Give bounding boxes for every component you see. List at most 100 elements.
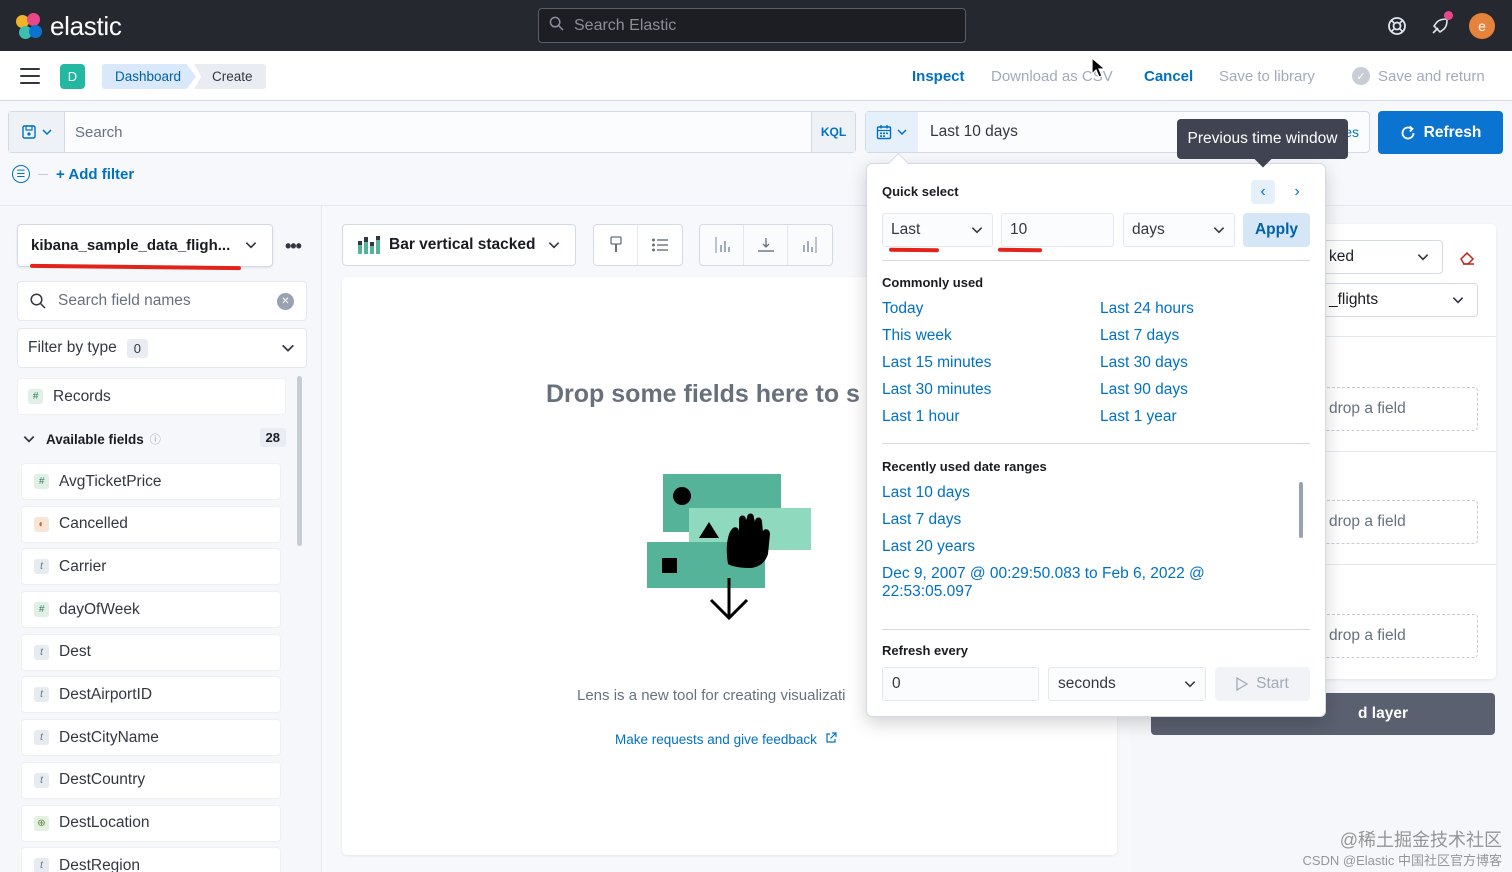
left-axis-icon[interactable] — [700, 225, 744, 265]
global-search-input[interactable]: Search Elastic — [538, 8, 966, 43]
recent-range-link[interactable]: Last 20 years — [882, 538, 975, 556]
bottom-axis-icon[interactable] — [744, 225, 788, 265]
chart-type-selector[interactable]: Bar vertical stacked — [342, 224, 576, 266]
available-fields-header[interactable]: Available fields ⓘ 28 — [22, 428, 286, 447]
field-item[interactable]: t Dest — [21, 633, 281, 671]
common-range-link[interactable]: This week — [882, 327, 952, 345]
help-icon[interactable] — [1384, 13, 1410, 39]
field-item[interactable]: ⊕ DestLocation — [21, 804, 281, 842]
records-label: Records — [53, 387, 111, 405]
field-list-scrollbar[interactable] — [297, 376, 302, 546]
cancel-link[interactable]: Cancel — [1144, 68, 1193, 85]
clear-icon[interactable]: ✕ — [277, 293, 294, 310]
saved-query-button[interactable] — [9, 112, 65, 152]
quick-menu-button[interactable] — [866, 112, 918, 152]
save-and-return-button[interactable]: ✓ Save and return — [1352, 67, 1485, 85]
tense-select[interactable]: Last — [882, 213, 993, 247]
feedback-link-label: Make requests and give feedback — [615, 732, 817, 747]
breakdown-drop-zone[interactable]: drop a field — [1318, 614, 1478, 658]
recent-range-link[interactable]: Dec 9, 2007 @ 00:29:50.083 to Feb 6, 202… — [882, 565, 1205, 583]
unit-select[interactable]: days — [1123, 213, 1235, 247]
field-item[interactable]: t DestCityName — [21, 719, 281, 757]
amount-input[interactable]: 10 — [1001, 213, 1114, 247]
start-label: Start — [1256, 675, 1289, 692]
popover-divider — [882, 260, 1310, 261]
date-range-value[interactable]: Last 10 days — [918, 123, 1018, 141]
global-search-placeholder: Search Elastic — [574, 16, 677, 34]
field-item[interactable]: # dayOfWeek — [21, 591, 281, 629]
common-range-link[interactable]: Last 90 days — [1100, 381, 1188, 399]
drop-field-label: drop a field — [1329, 513, 1406, 530]
series-type-selector[interactable]: ked — [1318, 240, 1443, 274]
bar-chart-icon — [358, 236, 380, 254]
recent-range-link-cont[interactable]: 22:53:05.097 — [882, 583, 973, 601]
recent-list-scrollbar[interactable] — [1299, 482, 1303, 538]
recent-range-link[interactable]: Last 10 days — [882, 484, 970, 502]
field-item[interactable]: t Carrier — [21, 548, 281, 586]
commonly-used-title: Commonly used — [882, 275, 984, 290]
field-item[interactable]: t DestAirportID — [21, 676, 281, 714]
info-icon: ⓘ — [149, 434, 161, 446]
vertical-axis-drop-zone[interactable]: drop a field — [1318, 500, 1478, 544]
recently-used-title: Recently used date ranges — [882, 459, 1047, 474]
horizontal-axis-drop-zone[interactable]: drop a field — [1318, 387, 1478, 431]
common-range-link[interactable]: Today — [882, 300, 923, 318]
chevron-down-icon — [1417, 254, 1429, 261]
recent-range-link[interactable]: Last 7 days — [882, 511, 961, 529]
apply-button[interactable]: Apply — [1243, 213, 1310, 247]
common-range-link[interactable]: Last 30 minutes — [882, 381, 991, 399]
field-item[interactable]: t DestRegion — [21, 847, 281, 872]
right-axis-icon[interactable] — [788, 225, 832, 265]
field-name: dayOfWeek — [59, 600, 140, 618]
inspect-link[interactable]: Inspect — [912, 68, 965, 85]
previous-time-window-icon[interactable]: ‹ — [1251, 180, 1275, 204]
start-refresh-button[interactable]: Start — [1215, 667, 1310, 701]
common-range-link[interactable]: Last 7 days — [1100, 327, 1179, 345]
common-range-link[interactable]: Last 1 hour — [882, 408, 960, 426]
tense-value: Last — [891, 221, 921, 238]
common-range-link[interactable]: Last 1 year — [1100, 408, 1177, 426]
save-to-library-link[interactable]: Save to library — [1219, 68, 1315, 85]
more-options-icon[interactable]: ••• — [285, 236, 302, 257]
layer-index-label: _flights — [1329, 291, 1379, 308]
legend-icon[interactable] — [638, 225, 682, 265]
add-filter-button[interactable]: + Add filter — [56, 166, 134, 183]
refresh-label: Refresh — [1423, 123, 1482, 141]
field-item[interactable]: ◐ Cancelled — [21, 505, 281, 543]
index-pattern-selector[interactable]: kibana_sample_data_fligh... — [17, 224, 273, 267]
filter-options-icon[interactable]: ☰ — [12, 165, 30, 183]
chevron-down-icon — [971, 227, 983, 234]
watermark-line-1: @稀土掘金技术社区 — [1339, 830, 1502, 850]
previous-time-window-tooltip: Previous time window — [1177, 119, 1348, 159]
clear-layer-icon[interactable] — [1458, 250, 1476, 271]
field-name: DestCityName — [59, 728, 159, 746]
avatar[interactable]: e — [1469, 13, 1495, 39]
common-range-link[interactable]: Last 30 days — [1100, 354, 1188, 372]
space-avatar[interactable]: D — [60, 64, 85, 89]
field-search-input[interactable]: Search field names ✕ — [17, 281, 307, 321]
layer-index-selector[interactable]: _flights — [1318, 283, 1478, 317]
query-input[interactable]: Search — [65, 124, 811, 141]
field-item[interactable]: t DestCountry — [21, 761, 281, 799]
string-type-icon: t — [34, 559, 49, 575]
field-search-placeholder: Search field names — [58, 292, 191, 309]
feedback-link[interactable]: Make requests and give feedback — [615, 732, 837, 747]
breadcrumb-dashboard[interactable]: Dashboard — [102, 64, 196, 89]
menu-toggle-icon[interactable] — [20, 68, 40, 84]
elastic-logo[interactable]: elastic — [16, 11, 122, 42]
common-range-link[interactable]: Last 15 minutes — [882, 354, 991, 372]
geo-type-icon: ⊕ — [34, 815, 49, 831]
chevron-down-icon — [282, 344, 294, 352]
field-item[interactable]: # AvgTicketPrice — [21, 463, 281, 500]
kql-toggle-button[interactable]: KQL — [811, 112, 855, 152]
refresh-button[interactable]: Refresh — [1378, 111, 1503, 154]
next-time-window-icon[interactable]: › — [1285, 180, 1309, 204]
lens-description: Lens is a new tool for creating visualiz… — [577, 687, 846, 704]
refresh-interval-input[interactable]: 0 — [882, 667, 1039, 701]
common-range-link[interactable]: Last 24 hours — [1100, 300, 1194, 318]
paintbrush-icon[interactable] — [594, 225, 638, 265]
axis-options-group — [699, 224, 833, 266]
records-field[interactable]: # Records — [17, 378, 286, 415]
filter-by-type-button[interactable]: Filter by type 0 — [17, 328, 307, 368]
refresh-unit-select[interactable]: seconds — [1048, 667, 1206, 701]
